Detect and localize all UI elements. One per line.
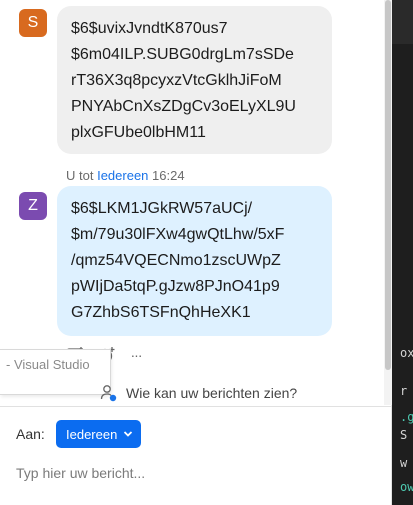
message-recipient-link[interactable]: Iedereen	[97, 168, 148, 183]
recipient-dropdown-button[interactable]: Iedereen	[56, 420, 142, 448]
chevron-down-icon	[123, 430, 133, 438]
background-code-fragment: ow	[400, 480, 413, 494]
taskbar-tooltip: - Visual Studio	[0, 349, 111, 395]
message-meta: U tot Iedereen 16:24	[66, 168, 185, 183]
message-text-line: $6$uvixJvndtK870us7	[71, 20, 228, 37]
message-text-line: $6$LKM1JGkRW57aUCj/	[71, 200, 253, 217]
message-text-line: plxGFUbe0lbHM11	[71, 124, 206, 141]
recipient-dropdown-label: Iedereen	[66, 426, 118, 442]
chat-scrollbar[interactable]	[384, 0, 392, 405]
message-input[interactable]	[16, 458, 376, 488]
message-text-line: pWIjDa5tqP.gJzw8PJnO41p9	[71, 278, 280, 295]
background-window-header	[392, 0, 413, 44]
message-text-line: PNYAbCnXsZDgCv3oELyXL9U	[71, 98, 296, 115]
composer-divider	[0, 406, 392, 407]
more-icon[interactable]: ···	[126, 346, 146, 364]
privacy-label: Wie kan uw berichten zien?	[126, 385, 298, 401]
message-text-line: G7ZhbS6TSFnQhHeXK1	[71, 304, 251, 321]
taskbar-tooltip-text: - Visual Studio	[6, 357, 90, 372]
message-text-line: $m/79u30lFXw4gwQtLhw/5xF	[71, 226, 285, 243]
avatar-letter: S	[27, 14, 39, 31]
message-text-line: $6m04ILP.SUBG0drgLm7sSDe	[71, 46, 294, 63]
background-code-fragment: r	[400, 384, 408, 398]
privacy-info[interactable]: Wie kan uw berichten zien?	[100, 384, 297, 402]
avatar-letter: Z	[28, 197, 38, 214]
background-code-fragment: S	[400, 428, 408, 442]
chat-panel: S $6$uvixJvndtK870us7 $6m04ILP.SUBG0drgL…	[0, 0, 392, 505]
privacy-icon	[100, 384, 118, 402]
message-bubble[interactable]: $6$LKM1JGkRW57aUCj/ $m/79u30lFXw4gwQtLhw…	[57, 186, 332, 336]
background-code-fragment: .g	[400, 410, 413, 424]
avatar[interactable]: S	[19, 9, 47, 37]
message-text-line: /qmz54VQECNmo1zscUWpZ	[71, 252, 281, 269]
background-window: ox r .g S w ow	[392, 0, 413, 505]
message-bubble[interactable]: $6$uvixJvndtK870us7 $6m04ILP.SUBG0drgLm7…	[57, 6, 332, 154]
message-timestamp: 16:24	[152, 168, 185, 183]
message-meta-prefix: U tot	[66, 168, 94, 183]
background-code-fragment: w	[400, 456, 408, 470]
message-text-line: rT36X3q8pcyxzVtcGklhJiFoM	[71, 72, 282, 89]
chat-scrollbar-thumb[interactable]	[385, 0, 391, 370]
recipient-label: Aan:	[16, 426, 45, 442]
background-code-fragment: ox	[400, 346, 413, 360]
more-label: ···	[130, 347, 143, 363]
avatar[interactable]: Z	[19, 192, 47, 220]
